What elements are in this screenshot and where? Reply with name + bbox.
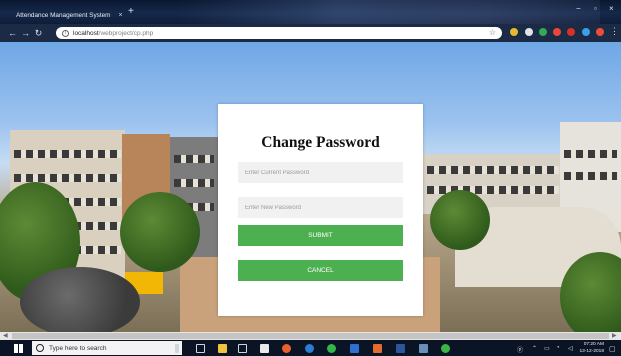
- crowd: [20, 267, 140, 332]
- app-icon[interactable]: [260, 344, 269, 353]
- extension-icon[interactable]: [539, 28, 547, 36]
- extension-icon[interactable]: [553, 28, 561, 36]
- network-icon[interactable]: ▭: [544, 345, 550, 352]
- url-host: localhost: [73, 29, 99, 37]
- tab-title: Attendance Management System: [16, 11, 111, 19]
- submit-button[interactable]: SUBMIT: [238, 225, 403, 246]
- reload-icon[interactable]: ↻: [32, 28, 45, 39]
- clock-date[interactable]: 13-12-2018: [576, 349, 604, 354]
- cancel-button[interactable]: CANCEL: [238, 260, 403, 281]
- new-tab-button[interactable]: +: [128, 6, 134, 18]
- tab-close-icon[interactable]: ×: [119, 12, 123, 19]
- browser-tab[interactable]: Attendance Management System ×: [8, 6, 126, 24]
- windows-start-icon[interactable]: [14, 344, 23, 353]
- tree: [120, 192, 200, 272]
- chevron-up-icon[interactable]: ⌃: [532, 345, 537, 352]
- notification-icon[interactable]: ▢: [609, 345, 616, 353]
- profile-avatar[interactable]: [596, 28, 604, 36]
- edge-icon[interactable]: [305, 344, 314, 353]
- extension-icon[interactable]: [567, 28, 575, 36]
- store-icon[interactable]: [238, 344, 247, 353]
- url-path: /webproject/cp.php: [98, 29, 154, 37]
- task-view-icon[interactable]: [196, 344, 205, 353]
- address-bar[interactable]: i localhost /webproject/cp.php ☆: [56, 27, 502, 39]
- bookmark-star-icon[interactable]: ☆: [489, 28, 496, 37]
- extension-icon[interactable]: [582, 28, 590, 36]
- back-arrow-icon[interactable]: ←: [6, 28, 19, 38]
- taskbar-search[interactable]: Type here to search: [32, 341, 182, 355]
- clock-time[interactable]: 07:20 AM: [576, 342, 604, 347]
- scrollbar-thumb[interactable]: [12, 333, 609, 339]
- whatsapp-icon[interactable]: [327, 344, 336, 353]
- people-icon[interactable]: ⓟ: [517, 345, 523, 354]
- browser-tab-bar: Attendance Management System × + − ▫ ×: [0, 0, 621, 24]
- search-icon: [36, 344, 44, 352]
- scroll-left-icon[interactable]: ◀: [3, 332, 8, 340]
- word-icon[interactable]: [396, 344, 405, 353]
- browser-menu-icon[interactable]: ⋮: [610, 27, 619, 36]
- windows-taskbar: Type here to search ⓟ ⌃ ▭ ◔ ◁ 07:20 AM 1…: [0, 340, 621, 356]
- minimize-button[interactable]: −: [576, 4, 581, 13]
- extension-icon[interactable]: [510, 28, 518, 36]
- photos-icon[interactable]: [419, 344, 428, 353]
- app-icon[interactable]: [350, 344, 359, 353]
- app-icon[interactable]: [373, 344, 382, 353]
- file-explorer-icon[interactable]: [218, 344, 227, 353]
- maximize-button[interactable]: ▫: [594, 4, 597, 13]
- change-password-card: Change Password SUBMIT CANCEL: [218, 104, 423, 316]
- page-title: Change Password: [261, 134, 380, 151]
- close-window-button[interactable]: ×: [609, 4, 614, 13]
- microphone-icon[interactable]: [175, 344, 179, 353]
- app-icon[interactable]: [441, 344, 450, 353]
- scroll-right-icon[interactable]: ▶: [612, 332, 617, 340]
- forward-arrow-icon[interactable]: →: [19, 28, 32, 38]
- extension-icon[interactable]: [525, 28, 533, 36]
- taskbar-search-placeholder: Type here to search: [49, 344, 107, 352]
- new-password-input[interactable]: [238, 197, 403, 218]
- chrome-icon[interactable]: [282, 344, 291, 353]
- volume-icon[interactable]: ◁: [568, 345, 573, 352]
- info-icon[interactable]: i: [62, 29, 69, 37]
- horizontal-scrollbar[interactable]: ◀ ▶: [0, 332, 621, 340]
- current-password-input[interactable]: [238, 162, 403, 183]
- wifi-icon[interactable]: ◔: [556, 345, 560, 351]
- tree: [430, 190, 490, 250]
